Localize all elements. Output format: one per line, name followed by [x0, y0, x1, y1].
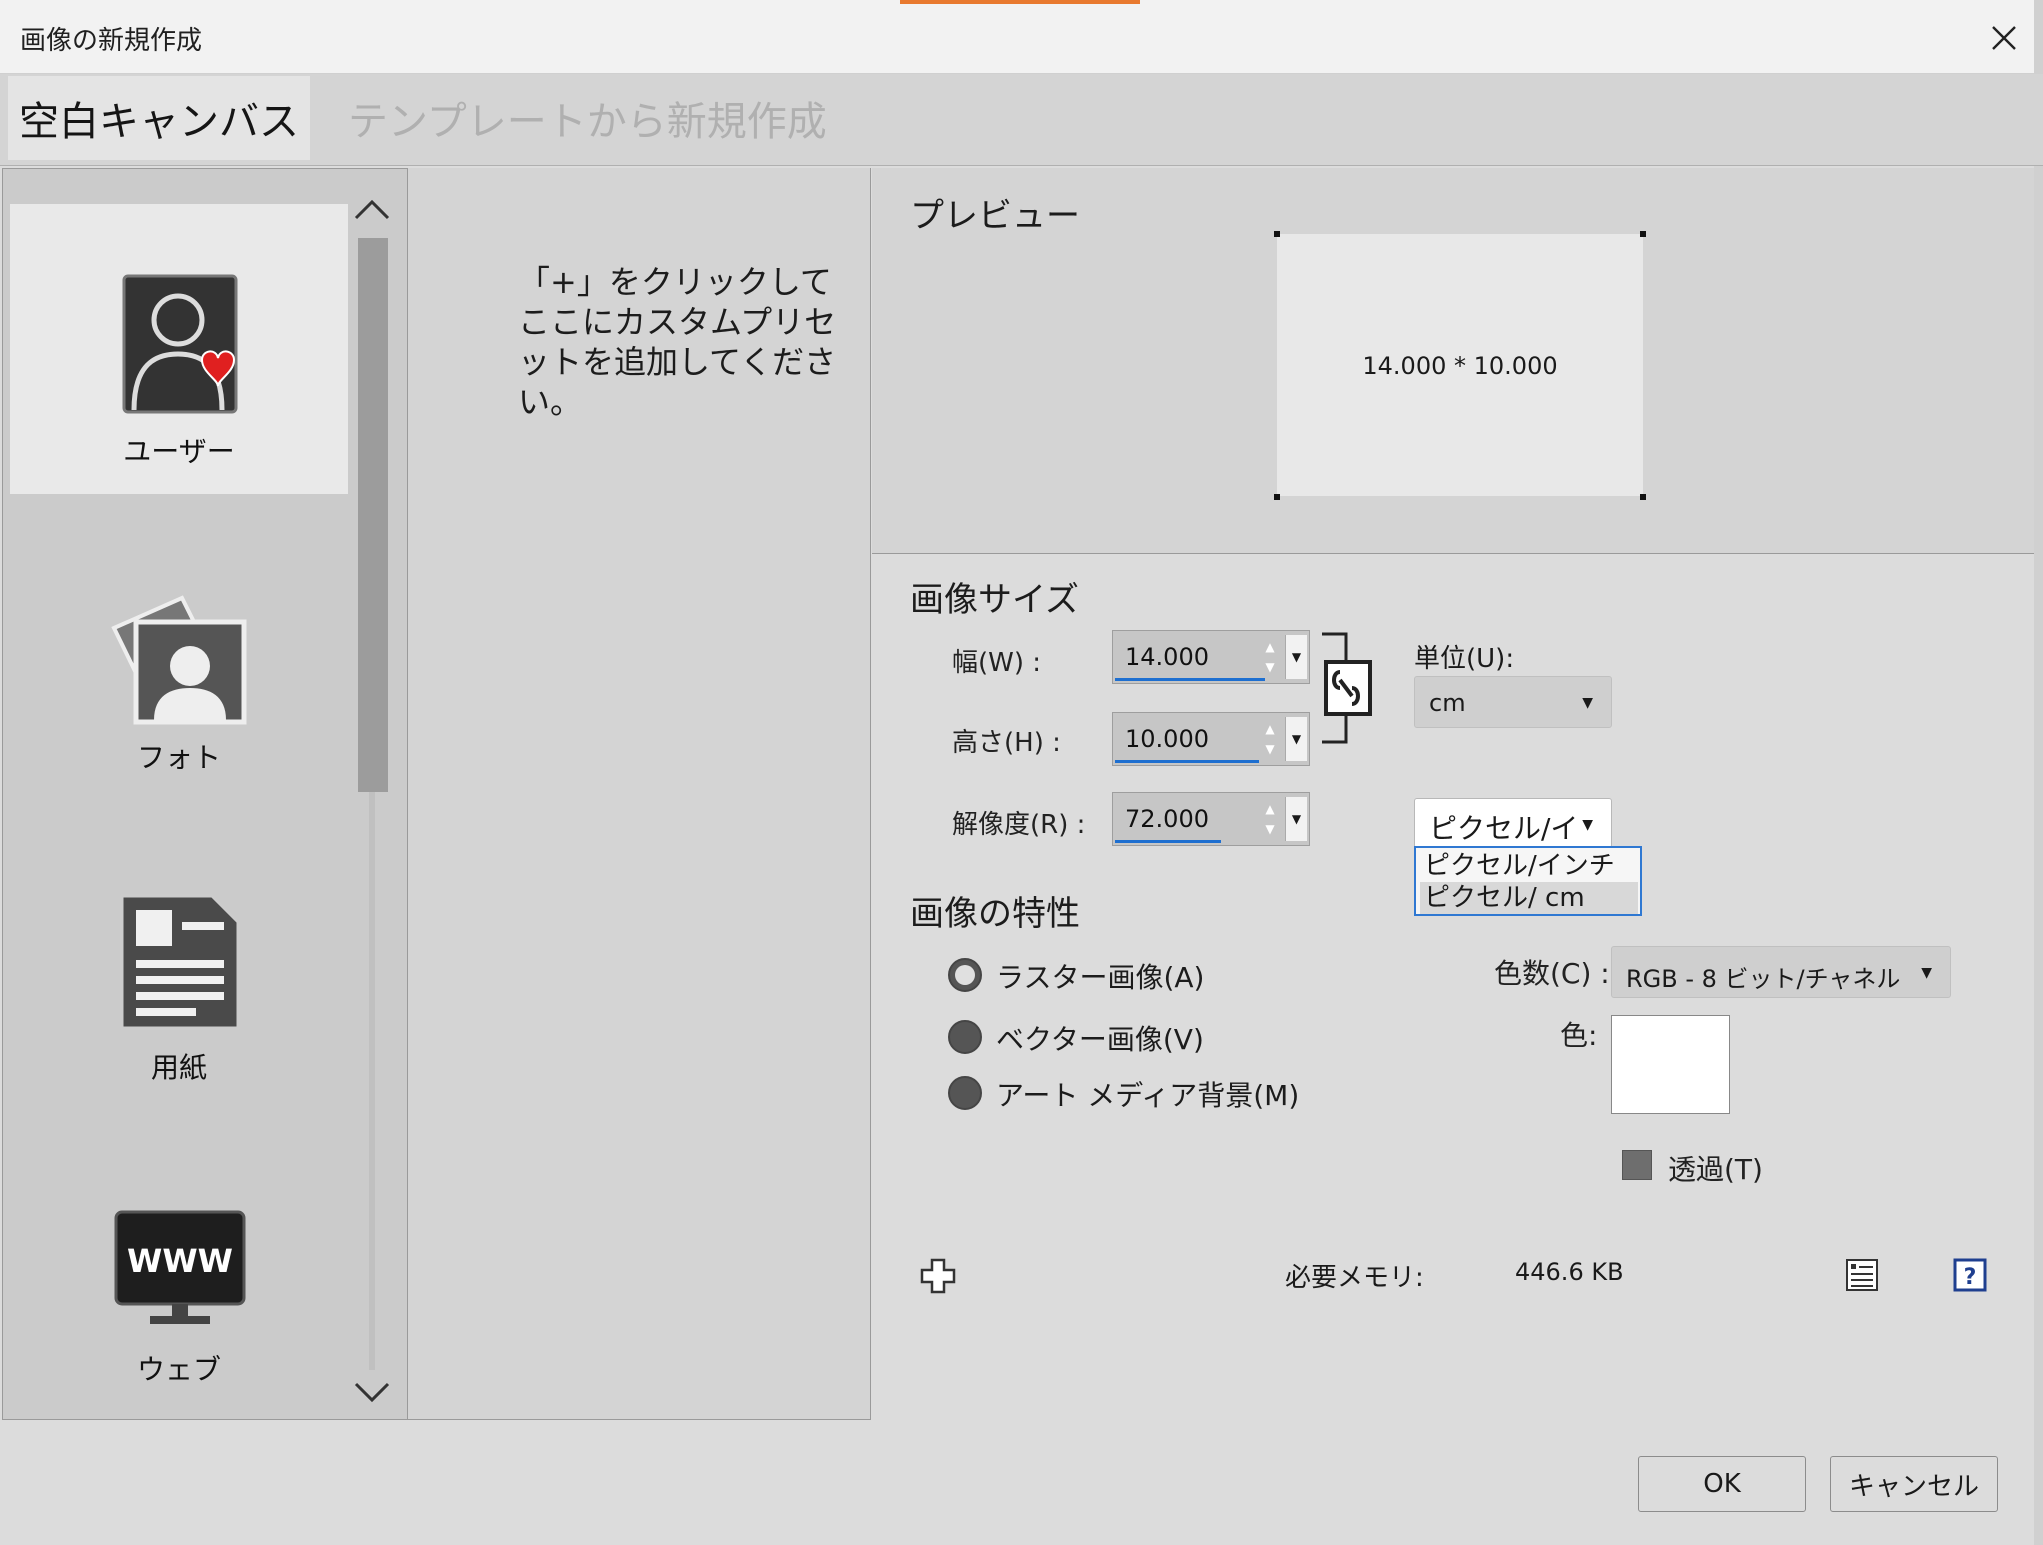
height-value: 10.000: [1125, 725, 1209, 753]
color-depth-label: 色数(C) :: [1494, 957, 1610, 990]
category-label-paper: 用紙: [150, 1051, 207, 1084]
resolution-unit-dropdown: ピクセル/インチ ピクセル/ cm: [1414, 846, 1642, 916]
preview-dimensions: 14.000 * 10.000: [1362, 352, 1558, 380]
width-field[interactable]: 14.000 ▲ ▼ ▼: [1112, 630, 1310, 684]
category-item-user[interactable]: ユーザー: [10, 204, 348, 494]
resolution-value: 72.000: [1125, 805, 1209, 833]
tab-blank-canvas[interactable]: 空白キャンバス: [8, 76, 310, 160]
width-spin-icon[interactable]: ▲ ▼: [1259, 637, 1281, 679]
color-depth-value: RGB - 8 ビット/チャネル: [1626, 965, 1901, 993]
chevron-down-icon: ▼: [1921, 965, 1932, 981]
resolution-spin-icon[interactable]: ▲ ▼: [1259, 799, 1281, 841]
unit-select[interactable]: cm ▼: [1414, 676, 1612, 728]
window-edge: [2034, 0, 2043, 1545]
resolution-field[interactable]: 72.000 ▲ ▼ ▼: [1112, 792, 1310, 846]
unit-label: 単位(U):: [1414, 644, 1515, 674]
title-bar: [0, 0, 2043, 74]
raster-radio[interactable]: [948, 958, 982, 992]
scrollbar-thumb[interactable]: [358, 238, 388, 792]
user-heart-icon: [122, 274, 238, 414]
close-button[interactable]: [1976, 14, 2032, 62]
help-icon[interactable]: ?: [1953, 1258, 1987, 1292]
memory-label: 必要メモリ:: [1285, 1263, 1424, 1293]
category-item-paper[interactable]: 用紙: [10, 860, 348, 1150]
window-title: 画像の新規作成: [20, 26, 203, 56]
image-properties-title: 画像の特性: [910, 894, 1080, 934]
paper-icon: [120, 894, 240, 1030]
info-icon[interactable]: [1845, 1258, 1879, 1292]
category-label-web: ウェブ: [136, 1353, 221, 1386]
raster-label: ラスター画像(A): [996, 961, 1205, 994]
height-label: 高さ(H) :: [952, 728, 1061, 758]
color-depth-select[interactable]: RGB - 8 ビット/チャネル ▼: [1611, 946, 1951, 998]
color-label: 色:: [1560, 1019, 1598, 1052]
photo-icon: [111, 595, 247, 725]
preset-hint: 「+」をクリックしてここにカスタムプリセットを追加してください。: [518, 263, 837, 421]
preview-corner: [1274, 231, 1280, 237]
preview-title: プレビュー: [910, 196, 1080, 236]
option-pixels-per-cm[interactable]: ピクセル/ cm: [1420, 882, 1638, 914]
preview-corner: [1274, 494, 1280, 500]
resolution-progress: [1115, 840, 1221, 843]
transparent-label: 透過(T): [1668, 1153, 1763, 1186]
transparent-checkbox[interactable]: [1622, 1150, 1652, 1180]
art-media-radio[interactable]: [948, 1076, 982, 1110]
category-item-photo[interactable]: フォト: [10, 540, 348, 830]
art-media-label: アート メディア背景(M): [996, 1079, 1300, 1112]
color-swatch[interactable]: [1611, 1015, 1730, 1114]
resolution-dropdown-icon[interactable]: ▼: [1285, 797, 1307, 841]
scroll-down-icon[interactable]: [352, 1378, 392, 1406]
option-pixels-per-inch[interactable]: ピクセル/インチ: [1420, 850, 1638, 882]
preview-corner: [1640, 231, 1646, 237]
cancel-button[interactable]: キャンセル: [1830, 1456, 1998, 1512]
aspect-lock-icon[interactable]: [1318, 628, 1376, 748]
close-icon: [1992, 26, 2016, 50]
category-item-web[interactable]: WWW ウェブ: [10, 1170, 348, 1460]
add-preset-icon[interactable]: [920, 1258, 956, 1294]
height-dropdown-icon[interactable]: ▼: [1285, 717, 1307, 761]
image-size-title: 画像サイズ: [910, 580, 1079, 620]
chevron-down-icon: ▼: [1582, 817, 1593, 833]
height-progress: [1115, 760, 1259, 763]
svg-text:WWW: WWW: [127, 1242, 233, 1280]
unit-value: cm: [1429, 689, 1466, 717]
chevron-down-icon: ▼: [1582, 695, 1593, 711]
vector-radio[interactable]: [948, 1020, 982, 1054]
height-spin-icon[interactable]: ▲ ▼: [1259, 719, 1281, 761]
memory-value: 446.6 KB: [1515, 1258, 1624, 1286]
ok-button[interactable]: OK: [1638, 1456, 1806, 1512]
category-label-user: ユーザー: [123, 435, 235, 468]
accent-strip: [900, 0, 1140, 4]
web-icon: WWW: [114, 1210, 246, 1324]
scroll-up-icon[interactable]: [352, 196, 392, 224]
category-label-photo: フォト: [136, 741, 221, 774]
preview-corner: [1640, 494, 1646, 500]
width-value: 14.000: [1125, 643, 1209, 671]
resolution-unit-value: ピクセル/イ: [1429, 812, 1579, 845]
resolution-unit-select[interactable]: ピクセル/イ ▼: [1414, 798, 1612, 848]
width-label: 幅(W) :: [952, 648, 1042, 678]
svg-text:?: ?: [1964, 1265, 1977, 1290]
vector-label: ベクター画像(V): [996, 1023, 1204, 1056]
resolution-label: 解像度(R) :: [952, 810, 1086, 840]
height-field[interactable]: 10.000 ▲ ▼ ▼: [1112, 712, 1310, 766]
tab-from-template[interactable]: テンプレートから新規作成: [348, 76, 827, 160]
width-progress: [1115, 678, 1265, 681]
width-dropdown-icon[interactable]: ▼: [1285, 635, 1307, 679]
